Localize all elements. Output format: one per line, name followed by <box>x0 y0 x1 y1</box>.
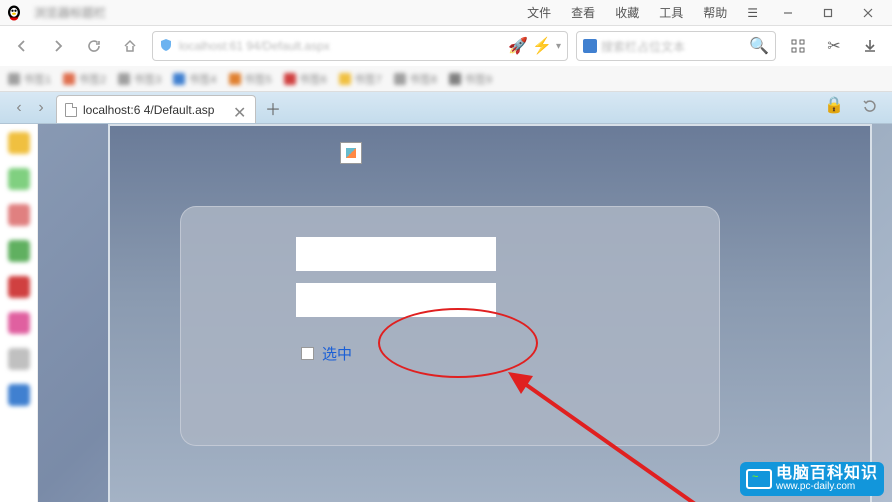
bookmark-item[interactable]: 书签8 <box>394 71 437 87</box>
shield-icon <box>159 38 175 54</box>
menu-tools[interactable]: 工具 <box>649 0 693 25</box>
menu-more-icon[interactable]: ☰ <box>737 2 768 24</box>
search-engine-icon <box>583 39 597 53</box>
tabbar: ‹ › localhost:6 4/Default.asp ✕ ＋ 🔒 <box>0 92 892 124</box>
lightning-icon[interactable]: ⚡ <box>532 36 552 56</box>
menu-view[interactable]: 查看 <box>561 0 605 25</box>
sidebar-icon-7[interactable] <box>8 348 30 370</box>
sidebar-icon-1[interactable] <box>8 132 30 154</box>
toolbar: localhost:61 94/Default.aspx 🚀 ⚡ ▾ 搜索栏占位… <box>0 26 892 66</box>
bookmark-item[interactable]: 书签2 <box>63 71 106 87</box>
lock-icon[interactable]: 🔒 <box>820 91 848 119</box>
new-tab-button[interactable]: ＋ <box>262 97 284 119</box>
search-placeholder: 搜索栏占位文本 <box>601 38 745 55</box>
forward-button[interactable] <box>44 32 72 60</box>
checkbox-icon[interactable] <box>301 347 314 360</box>
search-bar[interactable]: 搜索栏占位文本 🔍 <box>576 31 776 61</box>
broken-image-icon <box>340 142 362 164</box>
monitor-icon <box>746 469 772 489</box>
download-icon[interactable] <box>856 32 884 60</box>
sidebar-icon-8[interactable] <box>8 384 30 406</box>
sidebar-icon-5[interactable] <box>8 276 30 298</box>
grid-icon[interactable] <box>784 32 812 60</box>
menu-file[interactable]: 文件 <box>517 0 561 25</box>
sidebar-icon-6[interactable] <box>8 312 30 334</box>
bookmark-item[interactable]: 书签3 <box>118 71 161 87</box>
titlebar: 浏览器标题栏 文件 查看 收藏 工具 帮助 ☰ <box>0 0 892 26</box>
undo-icon[interactable] <box>856 91 884 119</box>
bookmark-item[interactable]: 书签5 <box>229 71 272 87</box>
menu-favorites[interactable]: 收藏 <box>605 0 649 25</box>
sidebar-icon-4[interactable] <box>8 240 30 262</box>
watermark-title: 电脑百科知识 <box>776 466 878 482</box>
checkbox-label: 选中 <box>322 343 352 364</box>
text-input-2[interactable] <box>296 283 496 317</box>
chevron-down-icon[interactable]: ▾ <box>556 41 561 52</box>
text-input-1[interactable] <box>296 237 496 271</box>
search-icon[interactable]: 🔍 <box>749 36 769 56</box>
maximize-button[interactable] <box>808 0 848 26</box>
sidebar-icon-2[interactable] <box>8 168 30 190</box>
address-bar[interactable]: localhost:61 94/Default.aspx 🚀 ⚡ ▾ <box>152 31 568 61</box>
scissors-icon[interactable]: ✂ <box>820 32 848 60</box>
window-title: 浏览器标题栏 <box>34 4 106 21</box>
login-panel: 选中 <box>180 206 720 446</box>
tab-back-icon[interactable]: ‹ <box>8 97 30 119</box>
bookmark-item[interactable]: 书签4 <box>173 71 216 87</box>
bookmark-item[interactable]: 书签7 <box>339 71 382 87</box>
tab-close-icon[interactable]: ✕ <box>233 103 247 117</box>
back-button[interactable] <box>8 32 36 60</box>
bookmark-item[interactable]: 书签9 <box>449 71 492 87</box>
checkbox-row[interactable]: 选中 <box>301 343 352 364</box>
rocket-icon[interactable]: 🚀 <box>508 36 528 56</box>
sidebar-icon-3[interactable] <box>8 204 30 226</box>
qq-logo-icon <box>4 3 24 23</box>
close-button[interactable] <box>848 0 888 26</box>
page-inner: 选中 <box>108 124 872 502</box>
tab-label: localhost:6 4/Default.asp <box>83 103 227 117</box>
home-button[interactable] <box>116 32 144 60</box>
page-icon <box>65 103 77 117</box>
bookmark-item[interactable]: 书签6 <box>284 71 327 87</box>
refresh-button[interactable] <box>80 32 108 60</box>
tab-forward-icon[interactable]: › <box>30 97 52 119</box>
watermark: 电脑百科知识 www.pc-daily.com <box>740 462 884 496</box>
watermark-url: www.pc-daily.com <box>776 482 878 492</box>
bookmark-item[interactable]: 书签1 <box>8 71 51 87</box>
tab-active[interactable]: localhost:6 4/Default.asp ✕ <box>56 95 256 123</box>
page-content: 选中 <box>38 124 892 502</box>
menu-help[interactable]: 帮助 <box>693 0 737 25</box>
minimize-button[interactable] <box>768 0 808 26</box>
address-text: localhost:61 94/Default.aspx <box>179 39 504 53</box>
bookmarks-bar: 书签1 书签2 书签3 书签4 书签5 书签6 书签7 书签8 书签9 <box>0 66 892 92</box>
sidebar <box>0 124 38 502</box>
